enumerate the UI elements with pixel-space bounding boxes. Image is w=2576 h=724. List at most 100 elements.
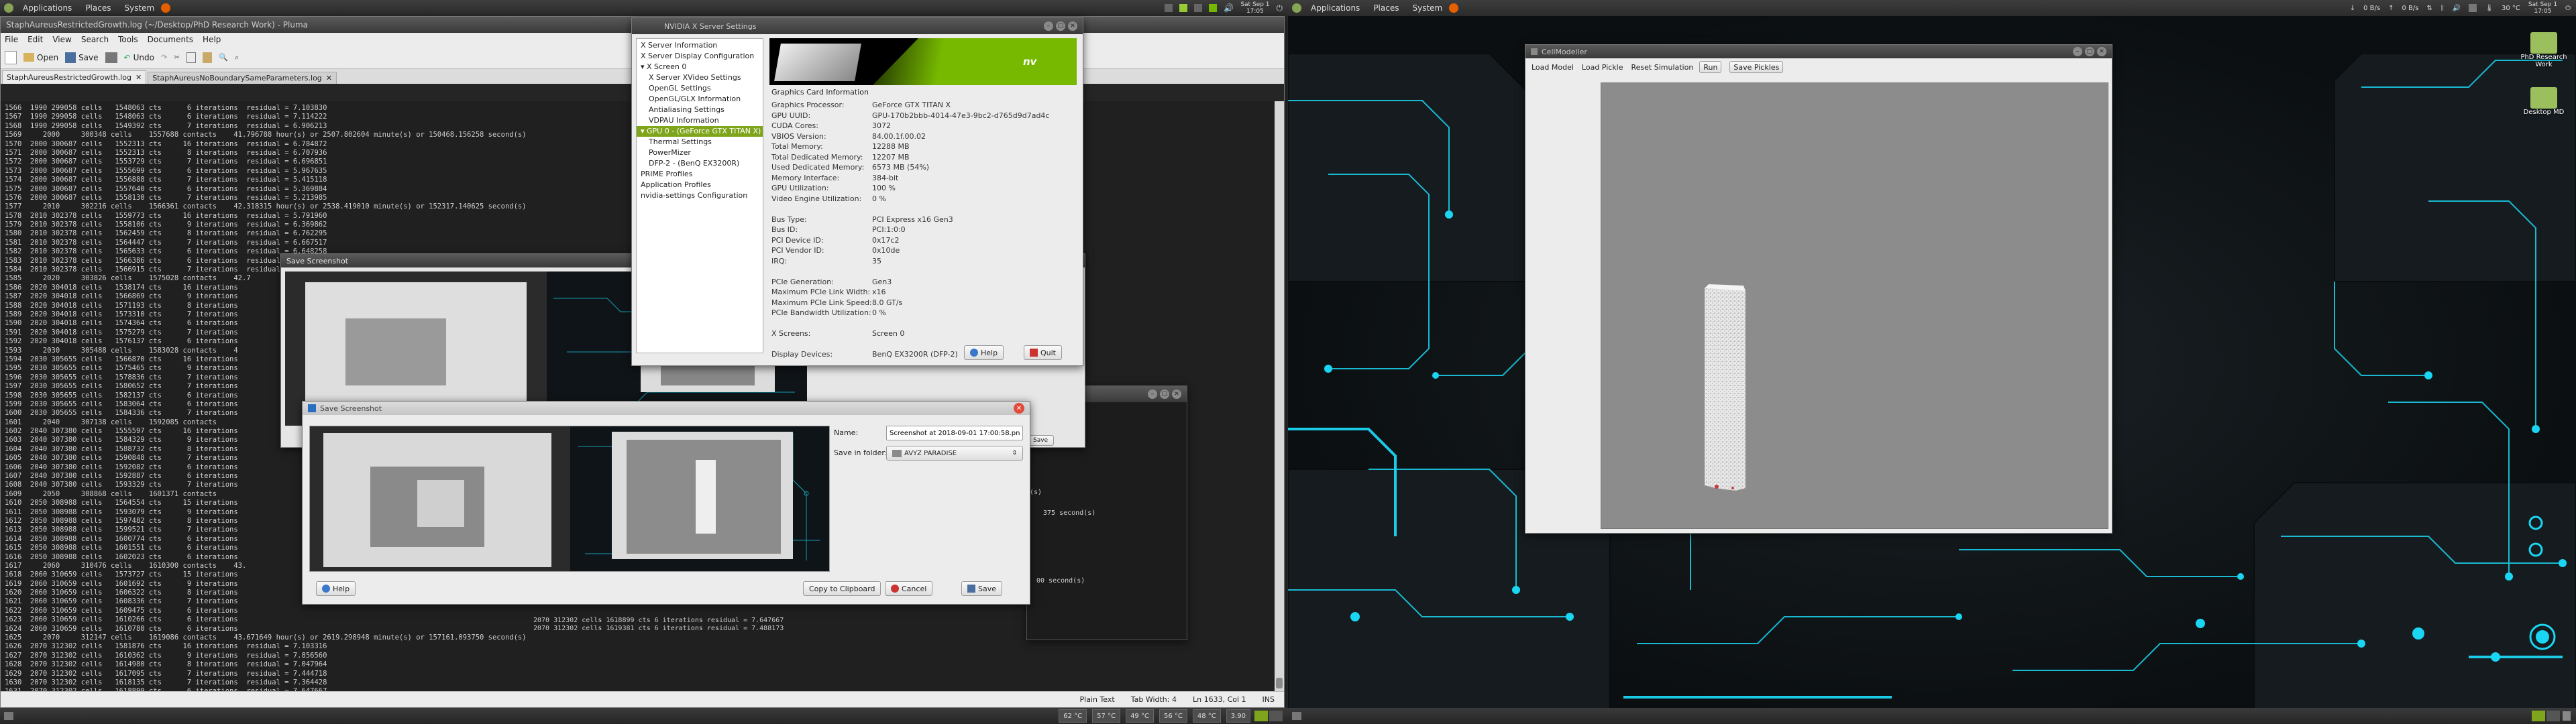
- bluetooth-icon[interactable]: ᛒ: [2440, 5, 2445, 12]
- tree-item[interactable]: Application Profiles: [637, 180, 763, 190]
- tray-app-icon[interactable]: [1165, 4, 1173, 12]
- temp-sensor[interactable]: 56 °C: [1159, 709, 1187, 723]
- simulation-viewport[interactable]: [1601, 82, 2108, 529]
- volume-icon[interactable]: 🔊: [2453, 5, 2461, 12]
- help-button[interactable]: Help: [964, 345, 1004, 360]
- minimize-button[interactable]: –: [1148, 389, 1157, 399]
- tree-item[interactable]: X Server XVideo Settings: [637, 72, 763, 83]
- scrollbar-thumb[interactable]: [1276, 678, 1283, 688]
- tree-item[interactable]: ▾ X Screen 0: [637, 62, 763, 72]
- temp-sensor[interactable]: 62 °C: [1059, 709, 1087, 723]
- cpu-icon[interactable]: [2469, 4, 2477, 12]
- scrollbar[interactable]: [1275, 101, 1284, 691]
- save-button-background[interactable]: Save: [1027, 435, 1055, 446]
- applications-icon[interactable]: [1292, 3, 1301, 13]
- reset-simulation-button[interactable]: Reset Simulation: [1629, 62, 1696, 73]
- tree-item[interactable]: ▾ GPU 0 - (GeForce GTX TITAN X): [637, 126, 763, 137]
- applications-icon[interactable]: [4, 3, 13, 13]
- menu-search[interactable]: Search: [81, 35, 109, 44]
- menu-applications[interactable]: Applications: [16, 3, 78, 13]
- power-icon[interactable]: ⏻: [2565, 5, 2571, 12]
- desktop-icon-desktop-md[interactable]: Desktop MD: [2517, 87, 2571, 116]
- filename-input[interactable]: [886, 426, 1023, 440]
- maximize-button[interactable]: □: [1160, 389, 1169, 399]
- menu-file[interactable]: File: [5, 35, 18, 44]
- save-pickles-button[interactable]: Save Pickles: [1729, 61, 1784, 73]
- tree-item[interactable]: VDPAU Information: [637, 115, 763, 126]
- workspace-switcher[interactable]: [1254, 711, 1283, 721]
- show-desktop-icon[interactable]: [4, 712, 13, 720]
- tree-item[interactable]: Thermal Settings: [637, 137, 763, 147]
- save-button[interactable]: Save: [961, 581, 1003, 596]
- tree-item[interactable]: Antialiasing Settings: [637, 105, 763, 115]
- temp-sensor[interactable]: 49 °C: [1126, 709, 1154, 723]
- cut-icon[interactable]: ✂: [174, 53, 180, 62]
- redo-icon[interactable]: ↷: [161, 53, 167, 62]
- save-button[interactable]: Save: [65, 52, 99, 63]
- volume-icon[interactable]: 🔊: [1224, 3, 1234, 13]
- tree-item[interactable]: nvidia-settings Configuration: [637, 190, 763, 201]
- menu-system[interactable]: System: [1405, 3, 1449, 13]
- close-icon[interactable]: ✕: [136, 73, 142, 82]
- run-button[interactable]: Run: [1699, 61, 1722, 73]
- close-button[interactable]: ✕: [1068, 21, 1077, 31]
- power-icon[interactable]: ⏻: [1277, 3, 1283, 13]
- menu-help[interactable]: Help: [203, 35, 221, 44]
- maximize-button[interactable]: □: [1056, 21, 1065, 31]
- temperature[interactable]: 30 °C: [2502, 5, 2520, 12]
- close-button[interactable]: ✕: [1172, 389, 1181, 399]
- folder-select[interactable]: AVYZ PARADISE ⇕: [886, 446, 1023, 461]
- open-button[interactable]: Open: [23, 53, 58, 62]
- menu-applications[interactable]: Applications: [1304, 3, 1366, 13]
- menu-tools[interactable]: Tools: [118, 35, 138, 44]
- workspace-switcher[interactable]: [2532, 711, 2560, 721]
- minimize-button[interactable]: –: [2073, 47, 2082, 56]
- undo-button[interactable]: ↶ Undo: [124, 53, 154, 62]
- cpu-frequency[interactable]: 3.90: [1226, 709, 1250, 723]
- tree-item[interactable]: X Server Information: [637, 40, 763, 51]
- load-pickle-button[interactable]: Load Pickle: [1580, 62, 1625, 73]
- menu-view[interactable]: View: [52, 35, 71, 44]
- menu-documents[interactable]: Documents: [148, 35, 193, 44]
- copy-to-clipboard-button[interactable]: Copy to Clipboard: [803, 581, 881, 596]
- tree-item[interactable]: PRIME Profiles: [637, 169, 763, 180]
- close-button[interactable]: ✕: [2097, 47, 2106, 56]
- tray-app-icon[interactable]: [1209, 4, 1218, 12]
- clock[interactable]: Sat Sep 1 17:05: [2528, 1, 2557, 15]
- dialog-titlebar[interactable]: Save Screenshot ✕: [303, 402, 1030, 415]
- tree-item[interactable]: X Server Display Configuration: [637, 51, 763, 62]
- menu-places[interactable]: Places: [1366, 3, 1405, 13]
- nvidia-titlebar[interactable]: NVIDIA X Server Settings – □ ✕: [632, 18, 1083, 34]
- tab-width-select[interactable]: Tab Width: 4: [1131, 695, 1177, 704]
- print-icon[interactable]: [105, 52, 117, 63]
- language-select[interactable]: Plain Text: [1080, 695, 1115, 704]
- paste-icon[interactable]: [203, 52, 213, 63]
- cancel-button[interactable]: Cancel: [885, 581, 933, 596]
- replace-icon[interactable]: ⌕: [235, 53, 239, 62]
- clock[interactable]: Sat Sep 1 17:05: [1240, 1, 1269, 15]
- show-desktop-icon[interactable]: [1292, 712, 1301, 720]
- desktop-icon-phd-research[interactable]: PhD Research Work: [2517, 32, 2571, 68]
- tray-app-icon[interactable]: [1179, 4, 1188, 12]
- firefox-icon[interactable]: [161, 3, 171, 13]
- copy-icon[interactable]: [186, 52, 197, 63]
- menu-system[interactable]: System: [117, 3, 161, 13]
- temp-sensor[interactable]: 57 °C: [1092, 709, 1121, 723]
- tab-restricted-growth[interactable]: StaphAureusRestrictedGrowth.log ✕: [2, 70, 147, 84]
- help-button[interactable]: Help: [316, 581, 356, 596]
- new-file-icon[interactable]: [5, 50, 17, 64]
- tree-item[interactable]: PowerMizer: [637, 147, 763, 158]
- network-icon[interactable]: ⇅: [2426, 5, 2432, 12]
- cellmodeller-titlebar[interactable]: CellModeller – □ ✕: [1525, 45, 2112, 58]
- tray-app-icon[interactable]: [1194, 4, 1203, 12]
- tab-no-boundary[interactable]: StaphAureusNoBoundarySameParameters.log ✕: [148, 72, 337, 84]
- firefox-icon[interactable]: [1449, 3, 1459, 13]
- find-icon[interactable]: 🔍: [219, 53, 228, 62]
- tree-item[interactable]: OpenGL/GLX Information: [637, 94, 763, 105]
- maximize-button[interactable]: □: [2085, 47, 2094, 56]
- load-model-button[interactable]: Load Model: [1529, 62, 1576, 73]
- tree-item[interactable]: DFP-2 - (BenQ EX3200R): [637, 158, 763, 169]
- trash-icon[interactable]: [2563, 711, 2571, 721]
- quit-button[interactable]: Quit: [1024, 345, 1062, 360]
- minimize-button[interactable]: –: [1044, 21, 1053, 31]
